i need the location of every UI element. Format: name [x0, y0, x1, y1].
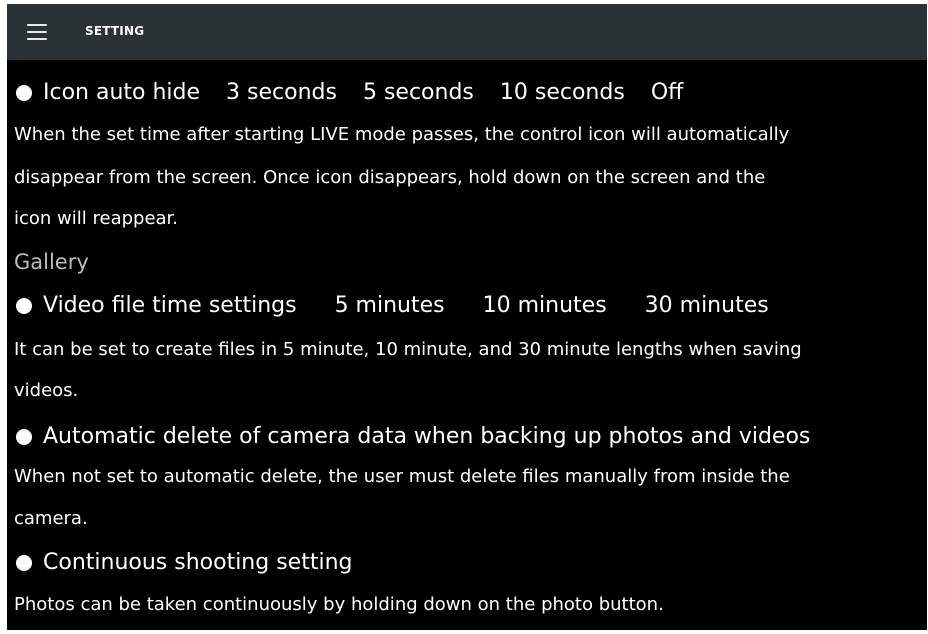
- bullet-icon: [16, 297, 32, 314]
- option-3-seconds[interactable]: 3 seconds: [226, 80, 337, 105]
- description-line: videos.: [14, 380, 79, 401]
- option-5-minutes[interactable]: 5 minutes: [335, 293, 445, 318]
- description-line: When the set time after starting LIVE mo…: [14, 124, 790, 145]
- bullet-icon: [16, 554, 32, 571]
- description-line: disappear from the screen. Once icon dis…: [14, 167, 766, 188]
- section-header-gallery: Gallery: [14, 250, 89, 274]
- setting-auto-delete[interactable]: Automatic delete of camera data when bac…: [14, 424, 810, 449]
- description-line: Photos can be taken continuously by hold…: [14, 594, 664, 615]
- setting-video-file-time: Video file time settings 5 minutes 10 mi…: [14, 293, 769, 318]
- menu-line: [27, 24, 47, 26]
- setting-label: Video file time settings: [43, 293, 297, 318]
- settings-screen: SETTING Icon auto hide 3 seconds 5 secon…: [7, 4, 927, 630]
- option-30-minutes[interactable]: 30 minutes: [645, 293, 769, 318]
- page-title: SETTING: [85, 24, 145, 38]
- option-5-seconds[interactable]: 5 seconds: [363, 80, 474, 105]
- setting-label: Continuous shooting setting: [43, 550, 353, 575]
- menu-line: [27, 38, 47, 40]
- option-off[interactable]: Off: [651, 80, 683, 105]
- setting-label: Automatic delete of camera data when bac…: [43, 424, 811, 449]
- setting-icon-auto-hide: Icon auto hide 3 seconds 5 seconds 10 se…: [14, 80, 683, 105]
- option-10-seconds[interactable]: 10 seconds: [500, 80, 625, 105]
- app-bar: SETTING: [7, 4, 927, 60]
- bullet-icon: [16, 428, 32, 445]
- option-10-minutes[interactable]: 10 minutes: [483, 293, 607, 318]
- description-line: It can be set to create files in 5 minut…: [14, 339, 802, 360]
- description-line: camera.: [14, 508, 88, 529]
- setting-label: Icon auto hide: [43, 80, 201, 105]
- setting-continuous-shooting[interactable]: Continuous shooting setting: [14, 550, 352, 575]
- menu-line: [27, 31, 47, 33]
- hamburger-menu-icon[interactable]: [27, 24, 47, 40]
- description-line: When not set to automatic delete, the us…: [14, 466, 790, 487]
- bullet-icon: [16, 84, 32, 101]
- description-line: icon will reappear.: [14, 208, 179, 229]
